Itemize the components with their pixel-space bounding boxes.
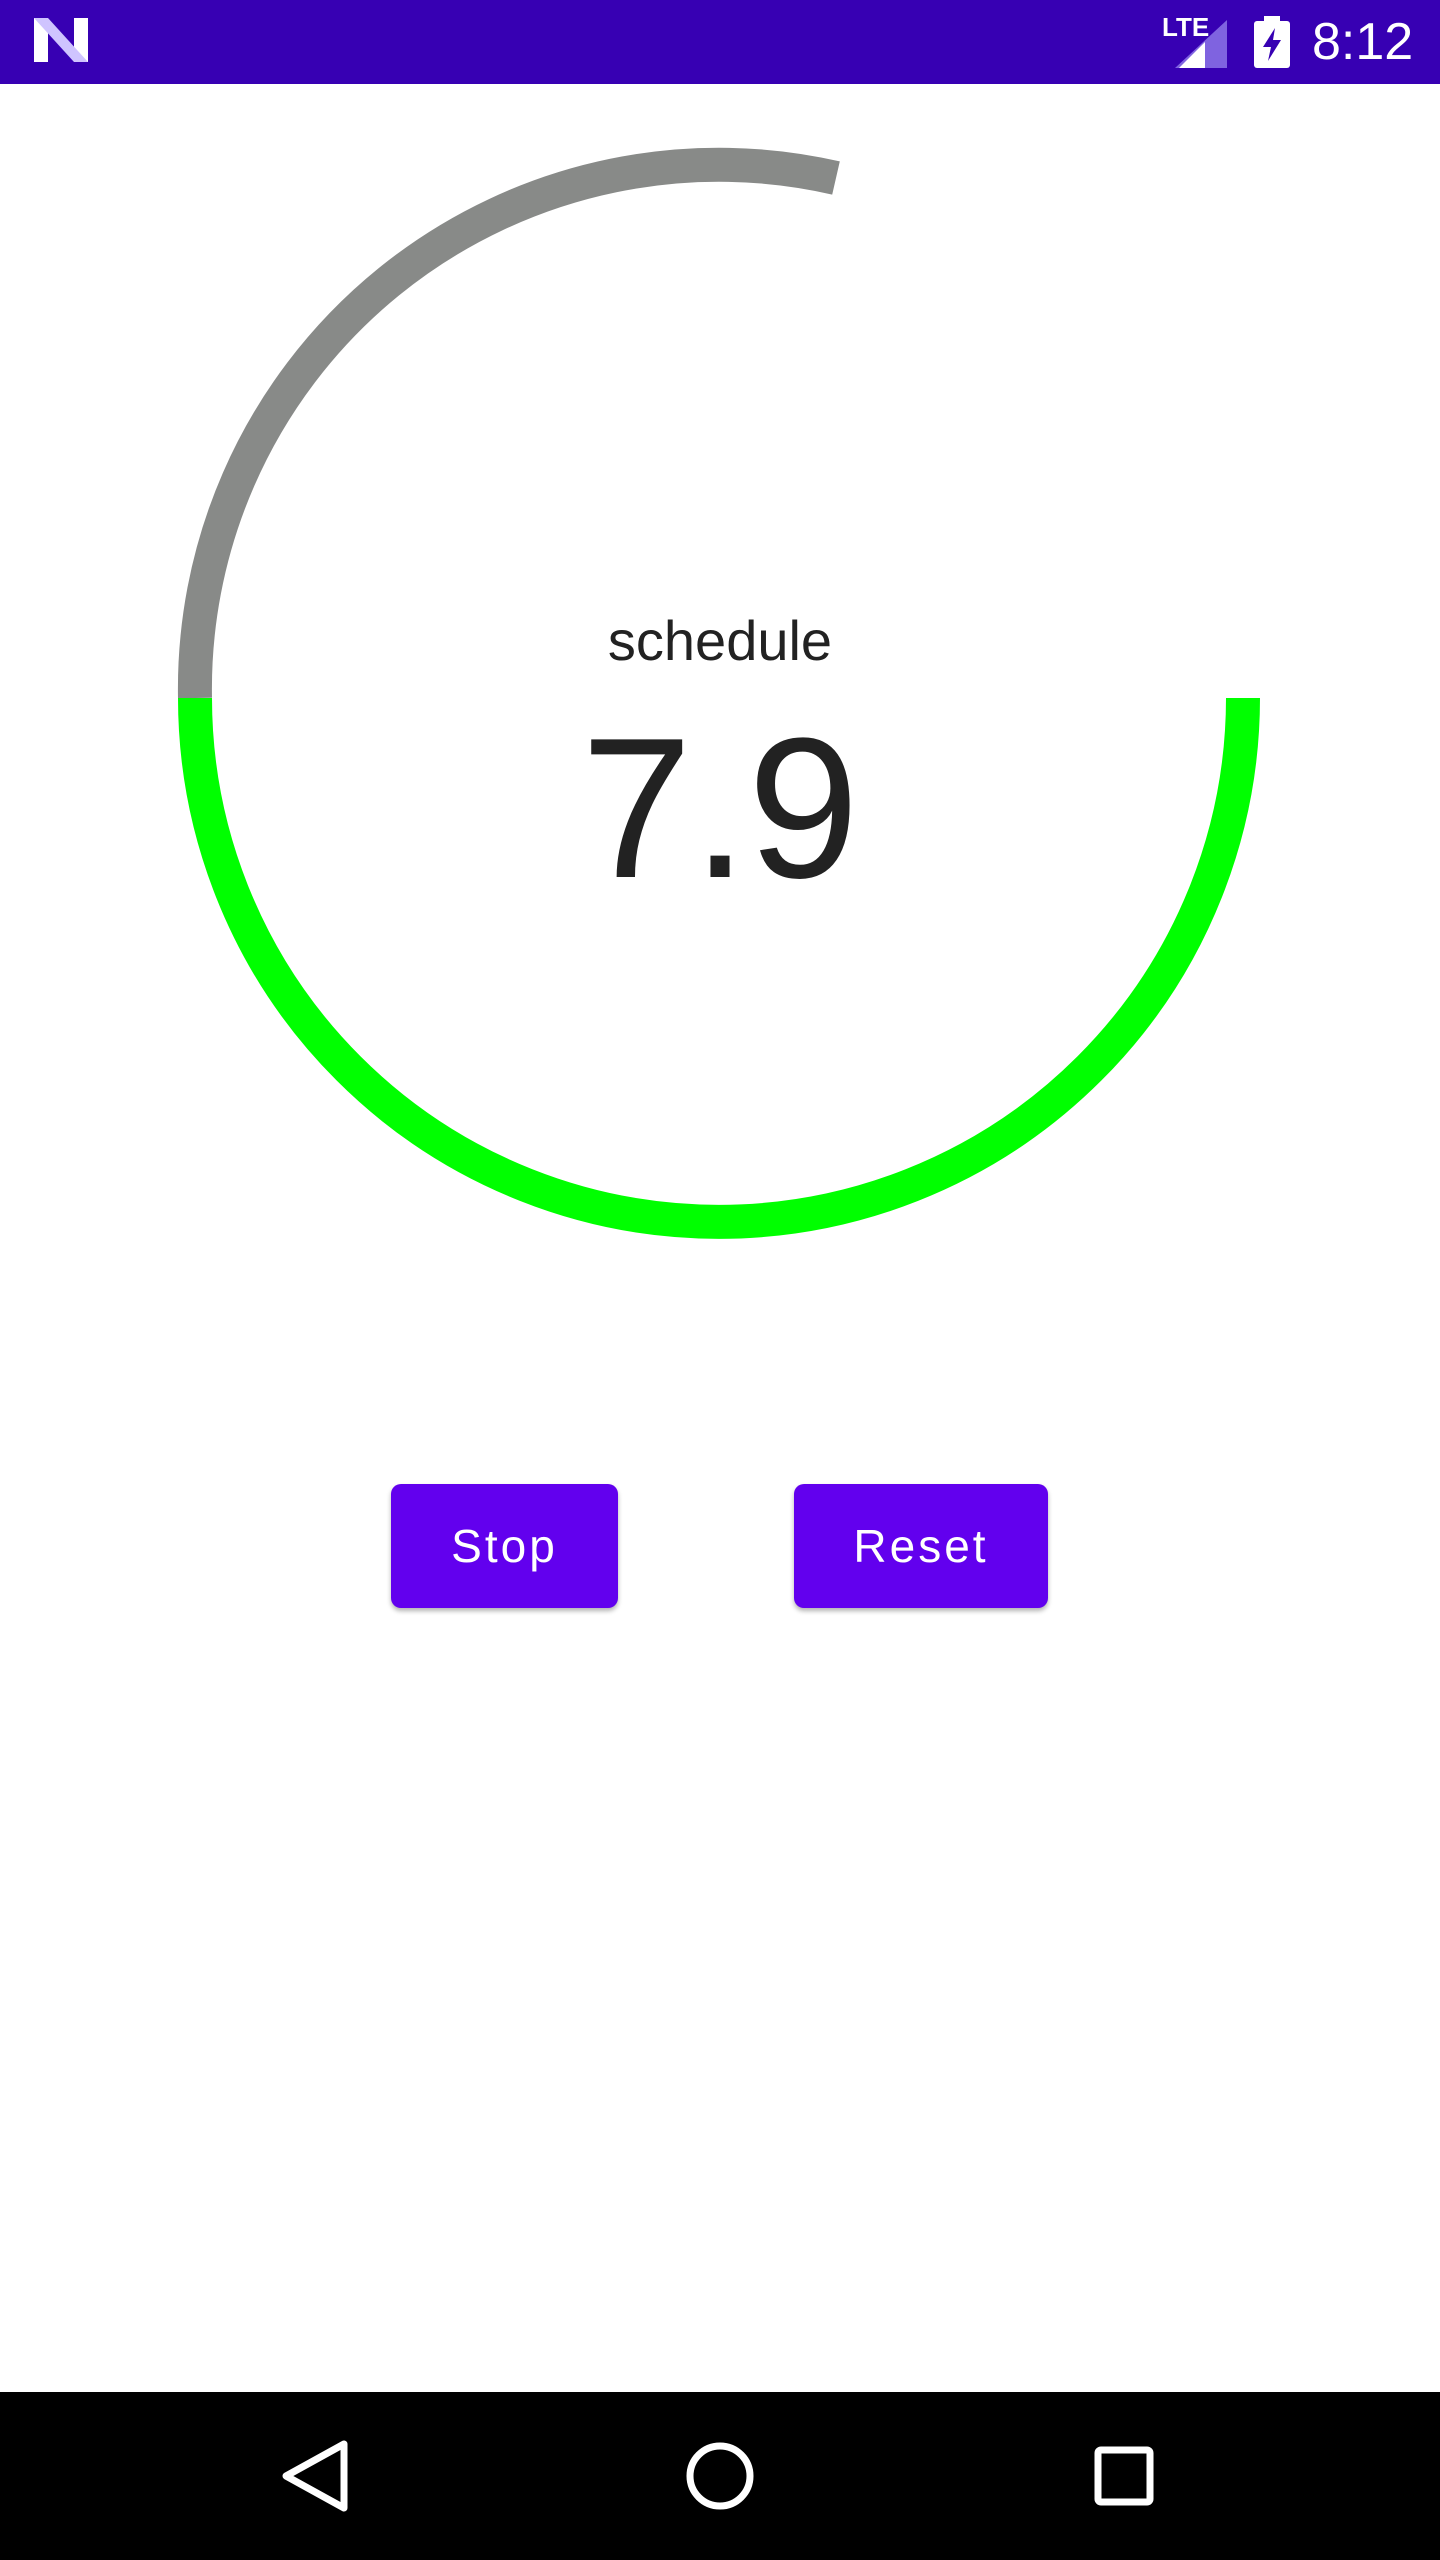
progress-gauge: schedule 7.9 — [0, 84, 1440, 1284]
gauge-label: schedule — [607, 609, 833, 672]
home-icon[interactable] — [680, 2436, 760, 2516]
stop-button[interactable]: Stop — [391, 1484, 618, 1608]
gauge-ring — [177, 147, 1260, 1239]
recents-icon[interactable] — [1084, 2436, 1164, 2516]
clock: 8:12 — [1312, 13, 1414, 71]
battery-charging-icon — [1254, 16, 1290, 68]
signal-icon — [1175, 20, 1227, 68]
reset-button[interactable]: Reset — [794, 1484, 1048, 1608]
status-bar: LTE 8:12 — [0, 0, 1440, 84]
n-logo-icon — [34, 18, 88, 62]
gauge-value: 7.9 — [580, 697, 860, 920]
back-icon[interactable] — [276, 2436, 356, 2516]
navigation-bar — [0, 2392, 1440, 2560]
